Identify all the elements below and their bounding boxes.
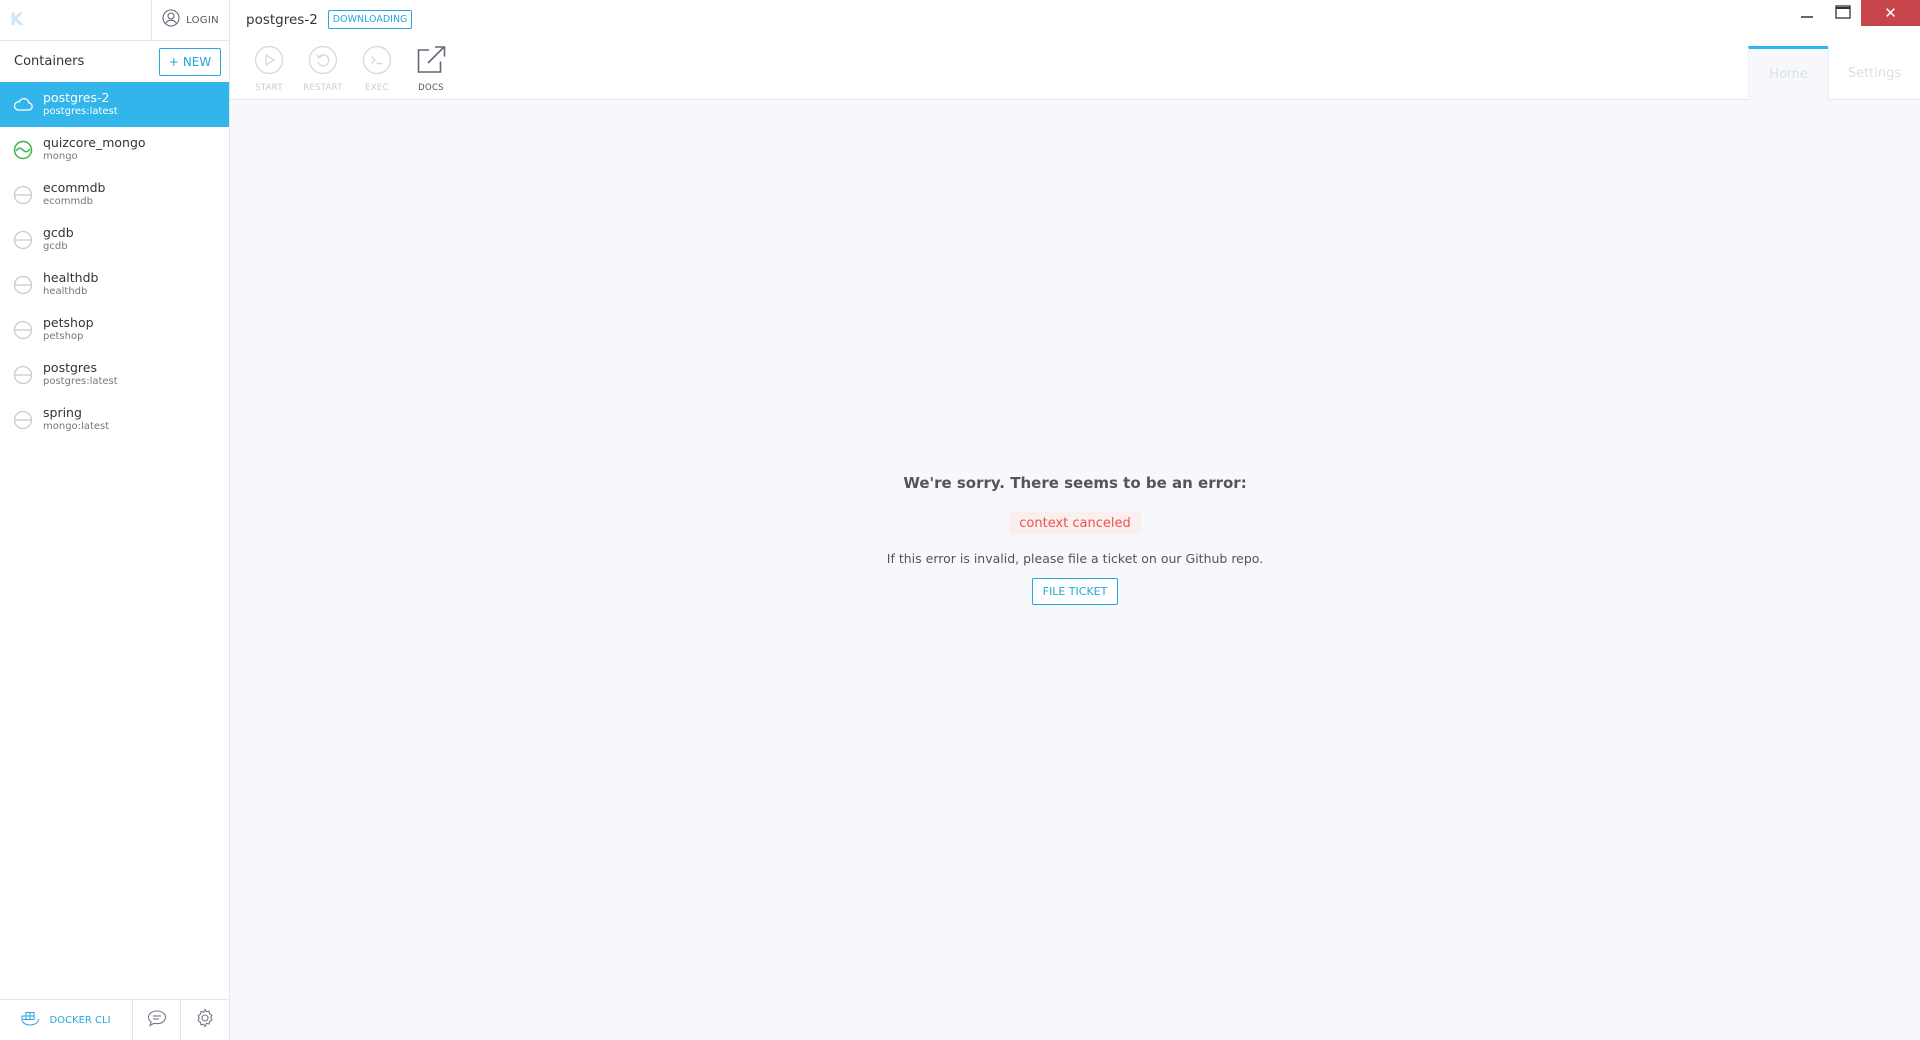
restart-icon: [308, 45, 338, 79]
stopped-status-icon: [12, 274, 34, 296]
minimize-icon: [1800, 4, 1814, 23]
sidebar-bottom-bar: DOCKER CLI: [0, 999, 229, 1040]
new-button-label: NEW: [182, 54, 212, 69]
tab-settings[interactable]: Settings: [1828, 46, 1920, 100]
container-title: postgres-2: [246, 11, 318, 28]
new-container-button[interactable]: + NEW: [159, 47, 221, 76]
restart-label: RESTART: [303, 83, 343, 93]
container-item-spring[interactable]: spring mongo:latest: [0, 397, 229, 442]
cloud-download-icon: [12, 94, 34, 116]
container-header: postgres-2 DOWNLOADING START RESTART EXE…: [230, 0, 1920, 100]
container-tabs: Home Settings: [1748, 46, 1920, 100]
container-name: gcdb: [43, 225, 74, 241]
docs-label: DOCS: [418, 83, 444, 93]
running-status-icon: [12, 139, 34, 161]
exec-label: EXEC: [365, 83, 389, 93]
container-image: mongo: [43, 151, 78, 163]
container-name: petshop: [43, 315, 94, 331]
exec-button[interactable]: EXEC: [350, 45, 404, 93]
container-item-petshop[interactable]: petshop petshop: [0, 307, 229, 352]
logo-cell: K: [0, 0, 152, 40]
container-name: ecommdb: [43, 180, 106, 196]
sidebar: K LOGIN Containers + NEW postgres-2 post…: [0, 0, 230, 1040]
container-item-postgres[interactable]: postgres postgres:latest: [0, 352, 229, 397]
container-image: mongo:latest: [43, 421, 110, 433]
container-name: postgres: [43, 360, 97, 376]
start-label: START: [255, 83, 283, 93]
container-item-quizcore_mongo[interactable]: quizcore_mongo mongo: [0, 127, 229, 172]
login-label: LOGIN: [186, 14, 219, 26]
kitematic-logo: K: [10, 10, 23, 30]
container-item-ecommdb[interactable]: ecommdb ecommdb: [0, 172, 229, 217]
container-item-postgres-2[interactable]: postgres-2 postgres:latest: [0, 82, 229, 127]
container-image: gcdb: [43, 241, 68, 253]
container-image: healthdb: [43, 286, 88, 298]
container-name: quizcore_mongo: [43, 135, 146, 151]
close-button[interactable]: ✕: [1861, 0, 1920, 26]
maximize-icon: [1835, 4, 1851, 23]
container-item-healthdb[interactable]: healthdb healthdb: [0, 262, 229, 307]
chat-icon: [147, 1009, 167, 1031]
sidebar-top-bar: K LOGIN: [0, 0, 229, 41]
user-icon: [162, 9, 180, 31]
container-image: petshop: [43, 331, 84, 343]
file-ticket-button[interactable]: FILE TICKET: [1031, 578, 1119, 605]
container-image: postgres:latest: [43, 376, 118, 388]
container-name: postgres-2: [43, 90, 110, 106]
container-title-row: postgres-2 DOWNLOADING: [246, 10, 413, 29]
tab-home[interactable]: Home: [1748, 46, 1828, 100]
plus-icon: +: [168, 54, 179, 69]
docs-button[interactable]: DOCS: [404, 45, 458, 93]
preferences-button[interactable]: [181, 1000, 229, 1040]
status-badge: DOWNLOADING: [327, 10, 413, 29]
external-link-icon: [415, 45, 447, 79]
container-list: postgres-2 postgres:latest quizcore_mong…: [0, 82, 229, 442]
feedback-button[interactable]: [133, 1000, 181, 1040]
docker-cli-label: DOCKER CLI: [49, 1014, 111, 1026]
container-image: ecommdb: [43, 196, 93, 208]
start-button[interactable]: START: [242, 45, 296, 93]
stopped-status-icon: [12, 364, 34, 386]
container-name: spring: [43, 405, 82, 421]
stopped-status-icon: [12, 409, 34, 431]
error-panel: We're sorry. There seems to be an error:…: [230, 101, 1920, 1040]
stopped-status-icon: [12, 319, 34, 341]
container-toolbar: START RESTART EXEC DOCS: [242, 45, 458, 93]
container-item-gcdb[interactable]: gcdb gcdb: [0, 217, 229, 262]
docker-cli-icon: [21, 1009, 41, 1031]
docker-cli-button[interactable]: DOCKER CLI: [0, 1000, 133, 1040]
containers-header: Containers + NEW: [0, 41, 229, 82]
container-name: healthdb: [43, 270, 99, 286]
restart-button[interactable]: RESTART: [296, 45, 350, 93]
login-button[interactable]: LOGIN: [152, 0, 229, 40]
stopped-status-icon: [12, 229, 34, 251]
close-icon: ✕: [1884, 4, 1897, 22]
error-title: We're sorry. There seems to be an error:: [903, 474, 1247, 492]
maximize-button[interactable]: [1825, 0, 1861, 26]
error-help-text: If this error is invalid, please file a …: [886, 551, 1264, 566]
play-icon: [254, 45, 284, 79]
window-controls: ✕: [1789, 0, 1920, 26]
containers-title: Containers: [14, 54, 85, 69]
error-message: context canceled: [1009, 512, 1141, 535]
gear-icon: [195, 1008, 215, 1032]
terminal-icon: [362, 45, 392, 79]
stopped-status-icon: [12, 184, 34, 206]
minimize-button[interactable]: [1789, 0, 1825, 26]
container-image: postgres:latest: [43, 106, 118, 118]
